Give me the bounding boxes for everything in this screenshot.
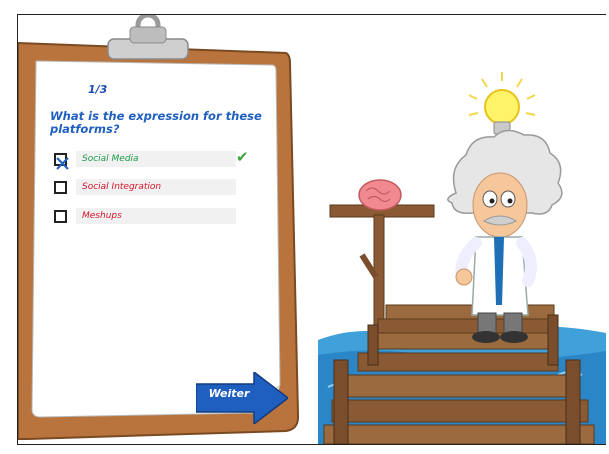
scene-background <box>18 15 606 444</box>
option-label: Social Integration <box>76 179 236 195</box>
option-checkbox[interactable] <box>54 210 67 223</box>
lightbulb-icon <box>468 72 536 135</box>
checkbox-cross-icon <box>56 157 69 170</box>
next-button-label: Weiter <box>208 387 250 400</box>
option-label: Meshups <box>76 208 236 224</box>
next-button[interactable]: Weiter <box>195 370 290 426</box>
game-viewport: 1/3 What is the expression for these pla… <box>17 14 606 445</box>
option-meshups[interactable]: Meshups <box>54 208 239 224</box>
option-social-media[interactable]: Social Media <box>54 151 239 170</box>
checkmark-icon: ✔ <box>236 148 249 166</box>
option-label: Social Media <box>76 151 236 167</box>
option-checkbox[interactable] <box>54 153 69 170</box>
question-counter: 1/3 <box>88 83 108 96</box>
brain-icon <box>358 179 402 211</box>
question-title: What is the expression for these platfor… <box>50 109 262 136</box>
option-social-integration[interactable]: Social Integration <box>54 179 239 195</box>
option-checkbox[interactable] <box>54 181 67 194</box>
